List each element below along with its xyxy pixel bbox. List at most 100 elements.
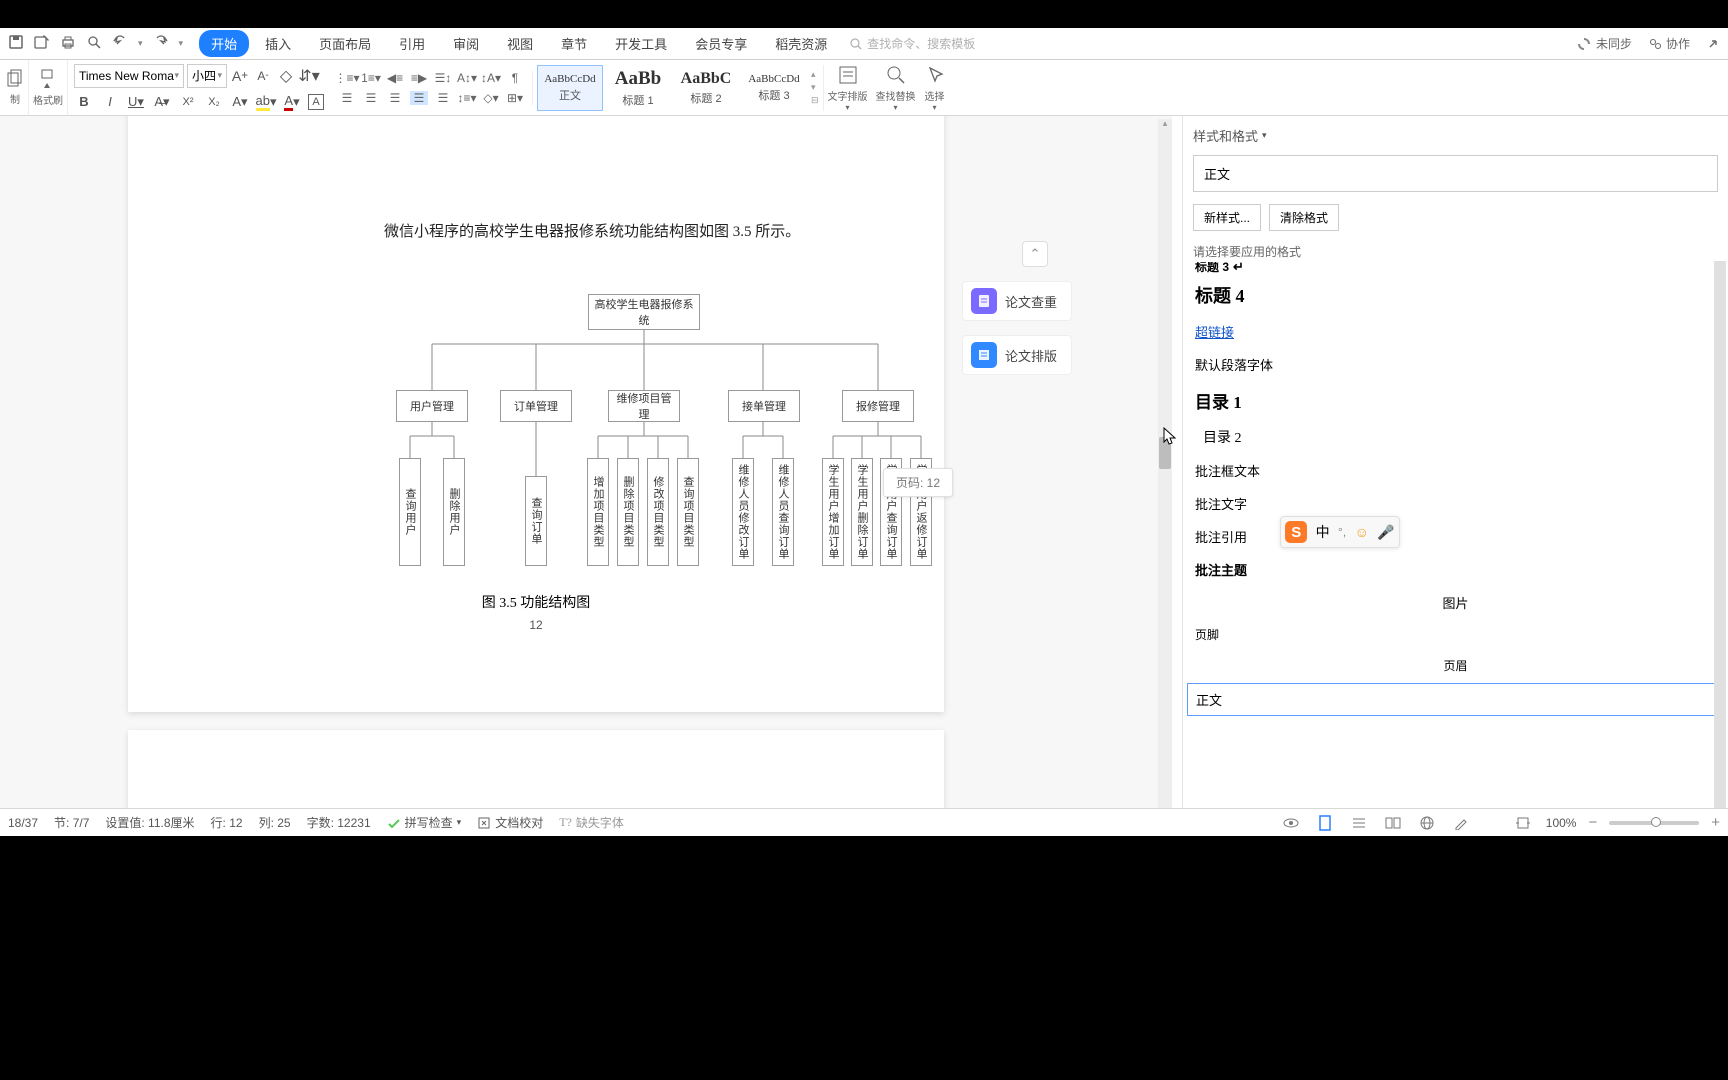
font-name-select[interactable]: Times New Roma▾: [74, 64, 184, 88]
copy-button[interactable]: 制: [2, 60, 29, 115]
sogou-icon[interactable]: S: [1285, 521, 1307, 543]
status-column[interactable]: 列: 25: [259, 814, 291, 831]
styles-up-icon[interactable]: ▴: [811, 69, 819, 80]
status-page[interactable]: 18/37: [8, 816, 38, 830]
shrink-font-icon[interactable]: A-: [253, 66, 273, 86]
style-item-image[interactable]: 图片: [1183, 586, 1728, 619]
edit-mode-icon[interactable]: [1450, 814, 1472, 832]
find-replace-button[interactable]: 查找替换▾: [872, 60, 920, 115]
style-heading2[interactable]: AaBbC标题 2: [673, 65, 739, 111]
bullets-button[interactable]: ⋮≡▾: [338, 71, 356, 85]
style-item-toc1[interactable]: 目录 1: [1183, 381, 1728, 420]
style-item-comment-text[interactable]: 批注文字: [1183, 487, 1728, 520]
redo-icon[interactable]: [153, 34, 169, 53]
command-search[interactable]: 查找命令、搜索模板: [849, 35, 975, 52]
text-direction-button[interactable]: A↕▾: [458, 71, 476, 85]
char-border-button[interactable]: A: [308, 94, 324, 110]
thesis-layout-button[interactable]: 论文排版 页码: 12: [962, 335, 1072, 375]
ime-punct[interactable]: °,: [1338, 525, 1346, 539]
proof-button[interactable]: 文档校对: [477, 814, 543, 831]
style-item-comment-ref[interactable]: 批注引用: [1183, 520, 1728, 553]
tab-member[interactable]: 会员专享: [683, 30, 759, 57]
style-item-footer[interactable]: 页脚: [1183, 619, 1728, 650]
distribute-button[interactable]: ☰: [434, 91, 452, 105]
web-view-icon[interactable]: [1416, 814, 1438, 832]
align-justify-button[interactable]: ☰: [410, 91, 428, 105]
tab-review[interactable]: 审阅: [441, 30, 491, 57]
format-painter[interactable]: 格式刷: [29, 60, 68, 115]
style-item-h3-partial[interactable]: 标题 3↵: [1183, 262, 1728, 275]
zoom-slider[interactable]: [1609, 821, 1699, 825]
style-item-body[interactable]: 正文: [1187, 683, 1724, 716]
status-section[interactable]: 节: 7/7: [54, 814, 89, 831]
tab-references[interactable]: 引用: [387, 30, 437, 57]
line-height-button[interactable]: ☰↕: [434, 71, 452, 85]
underline-button[interactable]: U▾: [126, 92, 146, 112]
style-heading3[interactable]: AaBbCcDd标题 3: [741, 65, 807, 111]
ime-lang[interactable]: 中: [1316, 522, 1330, 542]
ime-floating-bar[interactable]: S 中 °, ☺ 🎤: [1280, 516, 1400, 548]
print-icon[interactable]: [60, 34, 76, 53]
style-item-default-para-font[interactable]: 默认段落字体: [1183, 348, 1728, 381]
status-words[interactable]: 字数: 12231: [307, 814, 371, 831]
strikethrough-button[interactable]: A̶▾: [152, 92, 172, 112]
clear-format-button[interactable]: 清除格式: [1269, 204, 1339, 231]
numbering-button[interactable]: 1≡▾: [362, 71, 380, 85]
tab-view[interactable]: 视图: [495, 30, 545, 57]
read-view-icon[interactable]: [1382, 814, 1404, 832]
print-preview-icon[interactable]: [86, 34, 102, 53]
align-right-button[interactable]: ☰: [386, 91, 404, 105]
shading-button[interactable]: ◇▾: [482, 91, 500, 105]
page-view-icon[interactable]: [1314, 814, 1336, 832]
tab-page-layout[interactable]: 页面布局: [307, 30, 383, 57]
borders-button[interactable]: ⊞▾: [506, 91, 524, 105]
tab-developer[interactable]: 开发工具: [603, 30, 679, 57]
text-effects-button[interactable]: A▾: [230, 92, 250, 112]
eye-view-icon[interactable]: [1280, 814, 1302, 832]
collapse-tools-icon[interactable]: ⌃: [1022, 241, 1048, 267]
zoom-in-button[interactable]: +: [1711, 814, 1720, 831]
style-item-hyperlink[interactable]: 超链接: [1183, 315, 1728, 348]
styles-more-icon[interactable]: ⊟: [811, 95, 819, 106]
styles-pane-title[interactable]: 样式和格式▾: [1183, 116, 1728, 151]
sync-status[interactable]: 未同步: [1576, 35, 1632, 52]
tab-resources[interactable]: 稻壳资源: [763, 30, 839, 57]
status-position[interactable]: 设置值: 11.8厘米: [105, 814, 194, 831]
tab-section[interactable]: 章节: [549, 30, 599, 57]
text-layout-button[interactable]: 文字排版▾: [824, 60, 872, 115]
style-item-header[interactable]: 页眉: [1183, 650, 1728, 681]
fit-width-icon[interactable]: [1512, 814, 1534, 832]
subscript-button[interactable]: X₂: [204, 92, 224, 112]
indent-right-button[interactable]: ≡▶: [410, 71, 428, 85]
undo-icon[interactable]: [112, 34, 128, 53]
superscript-button[interactable]: X²: [178, 92, 198, 112]
align-center-button[interactable]: ☰: [362, 91, 380, 105]
zoom-value[interactable]: 100%: [1546, 816, 1577, 830]
italic-button[interactable]: I: [100, 92, 120, 112]
zoom-out-button[interactable]: −: [1588, 814, 1597, 831]
missing-font-button[interactable]: T?缺失字体: [559, 814, 624, 831]
font-color-button[interactable]: A▾: [282, 92, 302, 112]
style-item-toc2[interactable]: 目录 2: [1183, 420, 1728, 454]
ime-emoji-icon[interactable]: ☺: [1355, 524, 1369, 540]
style-item-heading4[interactable]: 标题 4: [1183, 275, 1728, 315]
change-case-icon[interactable]: ⇵▾: [299, 66, 319, 86]
plagiarism-check-button[interactable]: 论文查重: [962, 281, 1072, 321]
tab-home[interactable]: 开始: [199, 30, 249, 57]
bold-button[interactable]: B: [74, 92, 94, 112]
collab-button[interactable]: 协作: [1648, 35, 1690, 52]
new-style-button[interactable]: 新样式...: [1193, 204, 1261, 231]
redo-dropdown[interactable]: ▾: [179, 38, 184, 49]
grow-font-icon[interactable]: A+: [230, 66, 250, 86]
tab-insert[interactable]: 插入: [253, 30, 303, 57]
status-line[interactable]: 行: 12: [211, 814, 243, 831]
undo-dropdown[interactable]: ▾: [138, 38, 143, 49]
spell-check-button[interactable]: 拼写检查▾: [387, 814, 462, 831]
style-normal[interactable]: AaBbCcDd正文: [537, 65, 603, 111]
ime-mic-icon[interactable]: 🎤: [1377, 524, 1394, 541]
highlight-button[interactable]: ab▾: [256, 92, 276, 112]
select-button[interactable]: 选择▾: [920, 60, 950, 115]
style-item-comment-box[interactable]: 批注框文本: [1183, 454, 1728, 487]
line-spacing-button[interactable]: ↕≡▾: [458, 91, 476, 105]
save-icon[interactable]: [8, 34, 24, 53]
